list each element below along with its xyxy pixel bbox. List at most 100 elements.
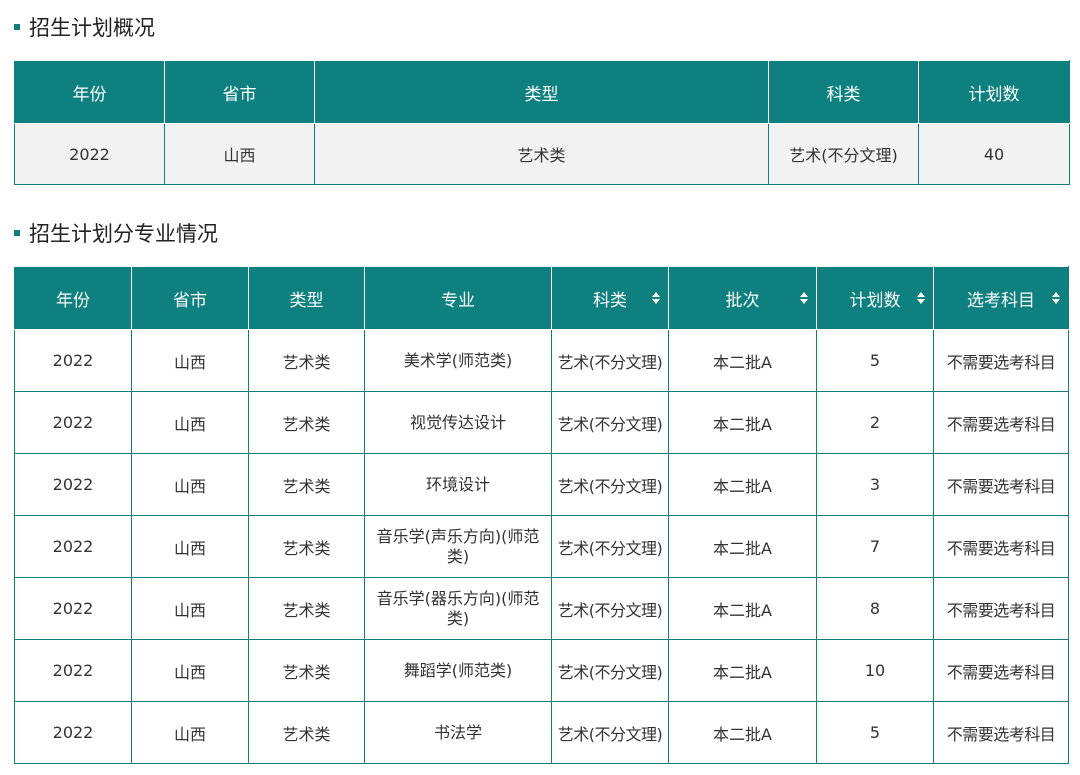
- table-header-row: 年份 省市 类型 专业 科类 批次 计划数 选考科目: [14, 266, 1069, 330]
- cell-subject-category: 艺术(不分文理): [551, 515, 669, 578]
- cell-province: 山西: [131, 701, 249, 764]
- section-title-text: 招生计划概况: [29, 16, 155, 40]
- cell-type: 艺术类: [248, 577, 365, 640]
- header-type: 类型: [248, 266, 365, 330]
- cell-batch: 本二批A: [668, 515, 817, 578]
- header-province: 省市: [164, 60, 315, 124]
- cell-province: 山西: [131, 639, 249, 702]
- cell-subject-category: 艺术(不分文理): [551, 701, 669, 764]
- table-row: 2022 山西 艺术类 书法学 艺术(不分文理) 本二批A 5 不需要选考科目: [14, 701, 1069, 764]
- cell-elective-subjects: 不需要选考科目: [933, 329, 1069, 392]
- cell-province: 山西: [131, 577, 249, 640]
- header-label: 科类: [593, 290, 627, 311]
- cell-elective-subjects: 不需要选考科目: [933, 701, 1069, 764]
- cell-subject-category: 艺术(不分文理): [551, 577, 669, 640]
- table-header-row: 年份 省市 类型 科类 计划数: [14, 60, 1070, 124]
- cell-major: 书法学: [364, 701, 552, 764]
- cell-elective-subjects: 不需要选考科目: [933, 391, 1069, 454]
- cell-province: 山西: [131, 453, 249, 516]
- table-row: 2022 山西 艺术类 音乐学(器乐方向)(师范类) 艺术(不分文理) 本二批A 8 不需要选…: [14, 577, 1069, 640]
- cell-batch: 本二批A: [668, 391, 817, 454]
- cell-subject-category: 艺术(不分文理): [551, 329, 669, 392]
- header-label: 选考科目: [967, 290, 1035, 311]
- table-row: 2022 山西 艺术类 美术学(师范类) 艺术(不分文理) 本二批A 5 不需要选考科目: [14, 329, 1069, 392]
- section-title-overview: 招生计划概况: [14, 13, 155, 41]
- cell-province: 山西: [164, 123, 315, 185]
- table-row: 2022 山西 艺术类 舞蹈学(师范类) 艺术(不分文理) 本二批A 10 不需要选考科目: [14, 639, 1069, 702]
- cell-year: 2022: [14, 515, 132, 578]
- cell-type: 艺术类: [248, 701, 365, 764]
- cell-major: 舞蹈学(师范类): [364, 639, 552, 702]
- header-plan-count: 计划数: [918, 60, 1070, 124]
- cell-plan-count: 5: [816, 329, 934, 392]
- header-year: 年份: [14, 266, 132, 330]
- table-row: 2022 山西 艺术类 音乐学(声乐方向)(师范类) 艺术(不分文理) 本二批A 7 不需要选…: [14, 515, 1069, 578]
- cell-year: 2022: [14, 701, 132, 764]
- cell-batch: 本二批A: [668, 329, 817, 392]
- square-bullet-icon: [14, 24, 20, 30]
- cell-province: 山西: [131, 391, 249, 454]
- header-subject-category-sortable[interactable]: 科类: [551, 266, 669, 330]
- cell-type: 艺术类: [248, 453, 365, 516]
- header-batch-sortable[interactable]: 批次: [668, 266, 817, 330]
- cell-major: 音乐学(器乐方向)(师范类): [364, 577, 552, 640]
- cell-province: 山西: [131, 515, 249, 578]
- cell-plan-count: 2: [816, 391, 934, 454]
- section-title-text: 招生计划分专业情况: [29, 222, 218, 246]
- cell-batch: 本二批A: [668, 639, 817, 702]
- table-row: 2022 山西 艺术类 环境设计 艺术(不分文理) 本二批A 3 不需要选考科目: [14, 453, 1069, 516]
- cell-subject-category: 艺术(不分文理): [551, 639, 669, 702]
- cell-year: 2022: [14, 329, 132, 392]
- cell-elective-subjects: 不需要选考科目: [933, 515, 1069, 578]
- cell-plan-count: 7: [816, 515, 934, 578]
- header-elective-subjects-sortable[interactable]: 选考科目: [933, 266, 1069, 330]
- cell-type: 艺术类: [248, 391, 365, 454]
- header-label: 计划数: [849, 290, 901, 311]
- cell-batch: 本二批A: [668, 577, 817, 640]
- cell-major: 环境设计: [364, 453, 552, 516]
- cell-type: 艺术类: [314, 123, 769, 185]
- cell-plan-count: 3: [816, 453, 934, 516]
- cell-subject-category: 艺术(不分文理): [551, 453, 669, 516]
- cell-elective-subjects: 不需要选考科目: [933, 639, 1069, 702]
- major-plan-table: 年份 省市 类型 专业 科类 批次 计划数 选考科目 2022 山西 艺术类 美术学(…: [14, 266, 1069, 764]
- cell-plan-count: 8: [816, 577, 934, 640]
- header-type: 类型: [314, 60, 769, 124]
- square-bullet-icon: [14, 230, 20, 236]
- cell-batch: 本二批A: [668, 701, 817, 764]
- sort-updown-icon[interactable]: [1052, 292, 1060, 304]
- cell-major: 视觉传达设计: [364, 391, 552, 454]
- cell-plan-count: 5: [816, 701, 934, 764]
- cell-year: 2022: [14, 123, 165, 185]
- cell-year: 2022: [14, 391, 132, 454]
- cell-year: 2022: [14, 577, 132, 640]
- sort-updown-icon[interactable]: [652, 292, 660, 304]
- cell-elective-subjects: 不需要选考科目: [933, 453, 1069, 516]
- header-subject-category: 科类: [768, 60, 919, 124]
- cell-type: 艺术类: [248, 515, 365, 578]
- cell-major: 音乐学(声乐方向)(师范类): [364, 515, 552, 578]
- cell-elective-subjects: 不需要选考科目: [933, 577, 1069, 640]
- section-title-by-major: 招生计划分专业情况: [14, 219, 218, 247]
- table-row: 2022 山西 艺术类 视觉传达设计 艺术(不分文理) 本二批A 2 不需要选考科目: [14, 391, 1069, 454]
- overview-table: 年份 省市 类型 科类 计划数 2022 山西 艺术类 艺术(不分文理) 40: [14, 60, 1070, 185]
- cell-type: 艺术类: [248, 329, 365, 392]
- table-row: 2022 山西 艺术类 艺术(不分文理) 40: [14, 123, 1070, 185]
- cell-batch: 本二批A: [668, 453, 817, 516]
- header-major: 专业: [364, 266, 552, 330]
- cell-subject-category: 艺术(不分文理): [551, 391, 669, 454]
- cell-province: 山西: [131, 329, 249, 392]
- header-year: 年份: [14, 60, 165, 124]
- header-province: 省市: [131, 266, 249, 330]
- header-plan-count-sortable[interactable]: 计划数: [816, 266, 934, 330]
- cell-year: 2022: [14, 639, 132, 702]
- cell-major: 美术学(师范类): [364, 329, 552, 392]
- cell-subject-category: 艺术(不分文理): [768, 123, 919, 185]
- sort-updown-icon[interactable]: [917, 292, 925, 304]
- cell-type: 艺术类: [248, 639, 365, 702]
- cell-plan-count: 40: [918, 123, 1070, 185]
- cell-plan-count: 10: [816, 639, 934, 702]
- cell-year: 2022: [14, 453, 132, 516]
- sort-updown-icon[interactable]: [800, 292, 808, 304]
- header-label: 批次: [725, 290, 760, 311]
